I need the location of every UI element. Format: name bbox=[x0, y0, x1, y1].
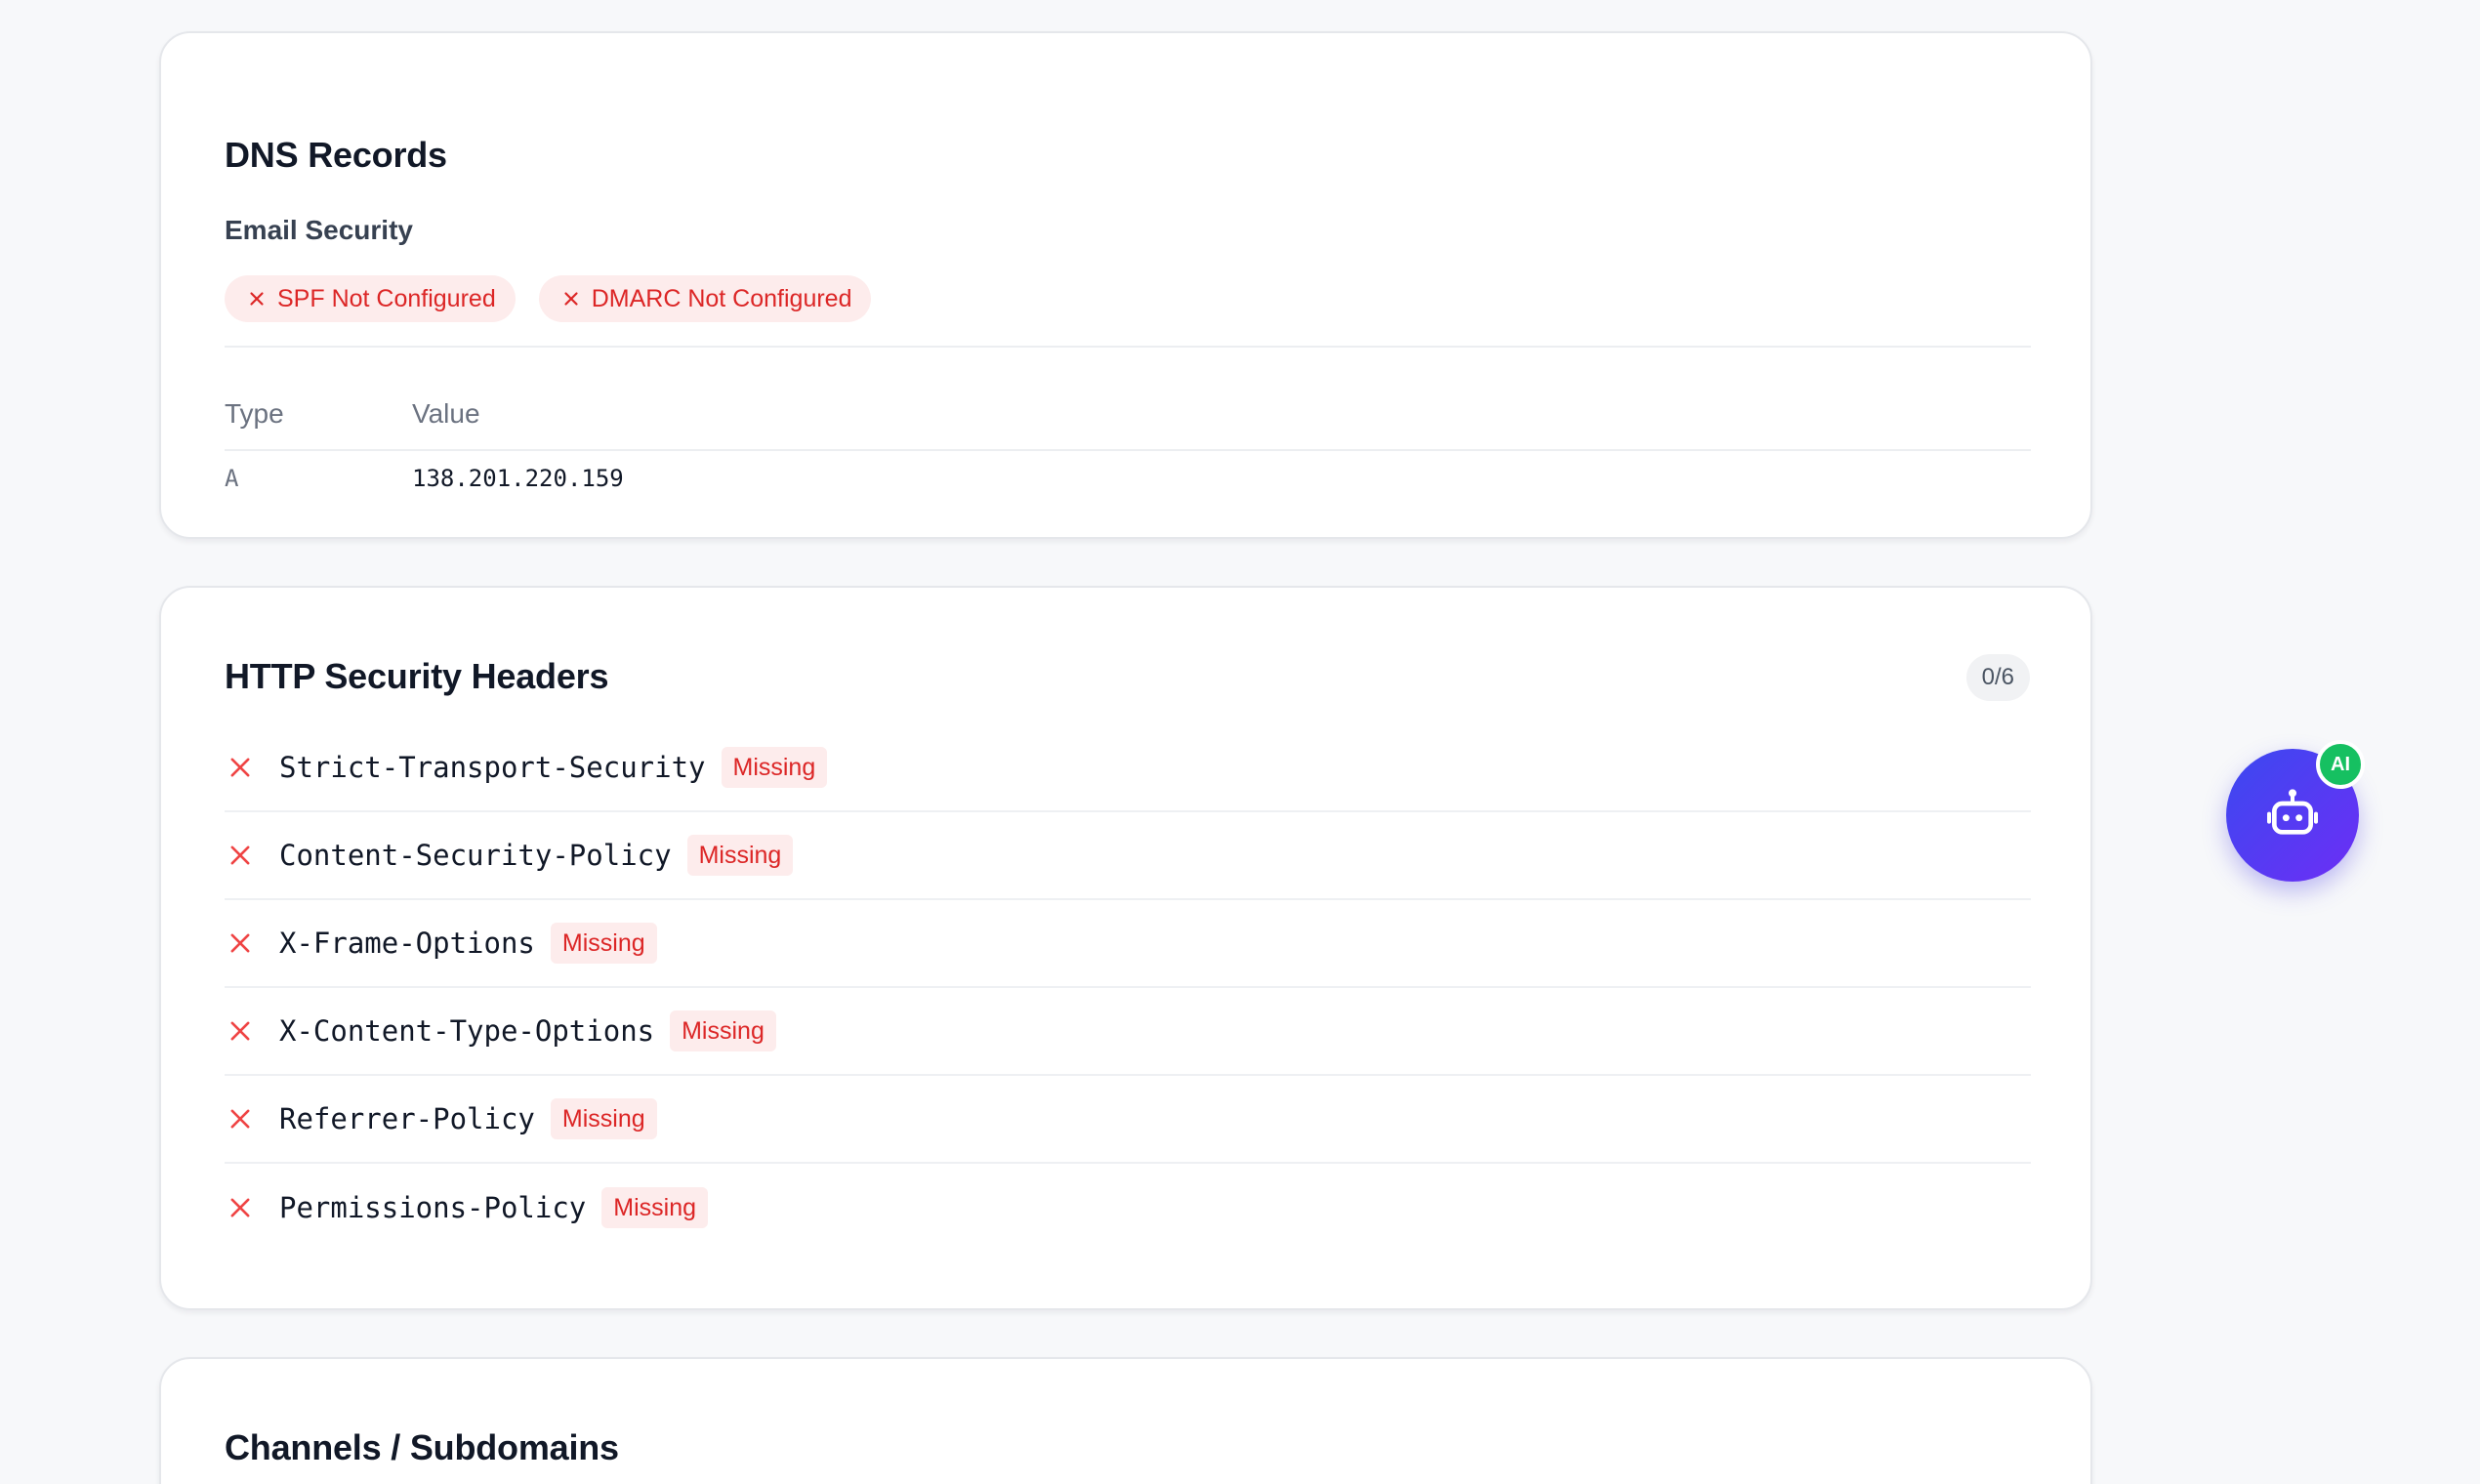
close-icon bbox=[230, 1109, 250, 1129]
close-icon bbox=[230, 1021, 250, 1041]
header-name: X-Frame-Options bbox=[279, 927, 535, 960]
email-security-pills: SPF Not Configured DMARC Not Configured bbox=[225, 275, 872, 322]
status-badge: Missing bbox=[686, 835, 794, 876]
ai-badge: AI bbox=[2316, 740, 2365, 789]
list-item: Referrer-Policy Missing bbox=[225, 1076, 2031, 1164]
dmarc-status-label: DMARC Not Configured bbox=[591, 284, 852, 312]
spf-status-pill: SPF Not Configured bbox=[225, 275, 516, 322]
status-badge: Missing bbox=[550, 923, 657, 964]
header-name: Permissions-Policy bbox=[279, 1191, 587, 1224]
status-badge: Missing bbox=[721, 747, 828, 788]
http-headers-title: HTTP Security Headers bbox=[225, 656, 609, 696]
list-item: Strict-Transport-Security Missing bbox=[225, 724, 2031, 812]
dmarc-status-pill: DMARC Not Configured bbox=[538, 275, 872, 322]
list-item: X-Frame-Options Missing bbox=[225, 900, 2031, 988]
record-type: A bbox=[225, 465, 239, 492]
close-icon bbox=[230, 933, 250, 953]
list-item: Content-Security-Policy Missing bbox=[225, 812, 2031, 900]
close-icon bbox=[250, 292, 264, 306]
close-icon bbox=[230, 1198, 250, 1217]
header-name: Strict-Transport-Security bbox=[279, 751, 706, 784]
list-item: Permissions-Policy Missing bbox=[225, 1164, 2031, 1252]
column-header-type: Type bbox=[225, 398, 284, 429]
divider bbox=[225, 346, 2031, 348]
header-name: Referrer-Policy bbox=[279, 1102, 535, 1135]
record-value: 138.201.220.159 bbox=[412, 465, 624, 492]
dns-records-title: DNS Records bbox=[225, 135, 447, 175]
headers-list: Strict-Transport-Security Missing Conten… bbox=[225, 724, 2031, 1252]
close-icon bbox=[230, 758, 250, 777]
robot-icon bbox=[2267, 789, 2318, 835]
channels-title: Channels / Subdomains bbox=[225, 1427, 619, 1467]
status-badge: Missing bbox=[670, 1010, 776, 1051]
divider bbox=[225, 449, 2031, 451]
header-name: Content-Security-Policy bbox=[279, 839, 672, 872]
status-badge: Missing bbox=[550, 1098, 657, 1139]
status-badge: Missing bbox=[601, 1187, 709, 1228]
close-icon bbox=[564, 292, 578, 306]
page: DNS Records Email Security SPF Not Confi… bbox=[0, 0, 2480, 1484]
spf-status-label: SPF Not Configured bbox=[277, 284, 496, 312]
dns-records-card: DNS Records Email Security SPF Not Confi… bbox=[159, 31, 2092, 539]
email-security-label: Email Security bbox=[225, 215, 413, 245]
column-header-value: Value bbox=[412, 398, 480, 429]
close-icon bbox=[230, 845, 250, 865]
channels-subdomains-card: Channels / Subdomains bbox=[159, 1357, 2092, 1484]
list-item: X-Content-Type-Options Missing bbox=[225, 988, 2031, 1076]
http-security-headers-card: HTTP Security Headers 0/6 Strict-Transpo… bbox=[159, 586, 2092, 1310]
header-name: X-Content-Type-Options bbox=[279, 1014, 655, 1048]
headers-count-badge: 0/6 bbox=[1965, 654, 2030, 701]
